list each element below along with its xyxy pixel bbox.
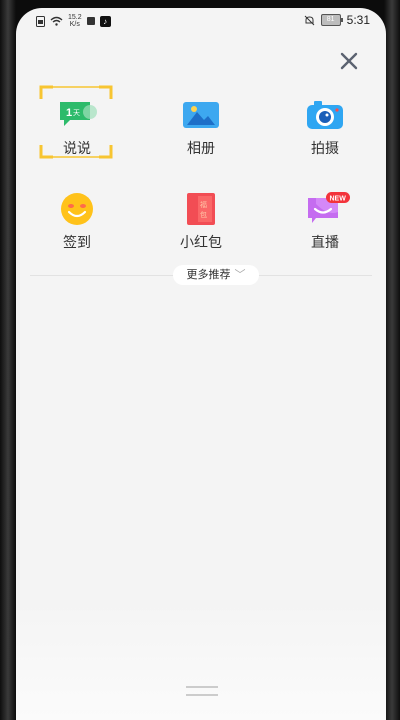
grid-item-label: 相册: [187, 140, 215, 156]
camera-icon: [306, 98, 344, 130]
battery-icon: 81: [320, 14, 343, 26]
photo-album-icon: [182, 98, 220, 130]
mute-bell-icon: [304, 15, 314, 25]
grid-item-album[interactable]: 相册: [164, 86, 238, 160]
sim-card-icon: [36, 15, 45, 27]
talk-icon: 1 天: [58, 98, 97, 130]
svg-text:天: 天: [73, 109, 80, 117]
more-recommend-button[interactable]: 更多推荐 ﹀: [173, 265, 259, 285]
square-icon: [86, 17, 95, 25]
close-icon: [340, 52, 358, 70]
more-recommend-row: 更多推荐 ﹀: [30, 265, 372, 285]
svg-text:包: 包: [200, 210, 207, 219]
grid-item-talk[interactable]: 1 天 说说: [39, 85, 114, 160]
svg-text:1: 1: [66, 107, 72, 119]
grid-item-live[interactable]: NEW 直播: [288, 180, 362, 254]
more-recommend-label: 更多推荐: [186, 269, 231, 281]
wifi-icon: [50, 16, 63, 26]
tiktok-icon: ♪: [99, 15, 111, 27]
grid-item-red-packet[interactable]: 福 包 小红包: [164, 180, 238, 254]
grid-item-label: 小红包: [180, 234, 222, 250]
close-button[interactable]: [336, 48, 362, 74]
screen: 15.2 K/s ♪ 81 5:31 1 天 说说 相册 拍摄 签到 福 包 小…: [16, 8, 386, 720]
grid-item-label: 拍摄: [311, 140, 339, 156]
grid-item-label: 签到: [63, 234, 91, 250]
grid-item-camera[interactable]: 拍摄: [288, 86, 362, 160]
red-packet-icon: 福 包: [182, 192, 220, 225]
status-time: 5:31: [346, 13, 370, 27]
live-icon: NEW: [306, 192, 350, 224]
status-bar: 15.2 K/s ♪ 81 5:31: [16, 8, 386, 34]
battery-level: 81: [326, 16, 335, 23]
new-badge: NEW: [330, 196, 347, 203]
chevron-down-icon: ﹀: [234, 269, 246, 281]
grid-item-checkin[interactable]: 签到: [40, 180, 114, 254]
network-speed: 15.2 K/s: [68, 14, 82, 28]
smiley-checkin-icon: [58, 192, 96, 225]
svg-text:福: 福: [200, 200, 207, 209]
grid-item-label: 直播: [311, 234, 339, 250]
home-indicator[interactable]: [186, 686, 218, 696]
bottom-area: [16, 600, 386, 720]
